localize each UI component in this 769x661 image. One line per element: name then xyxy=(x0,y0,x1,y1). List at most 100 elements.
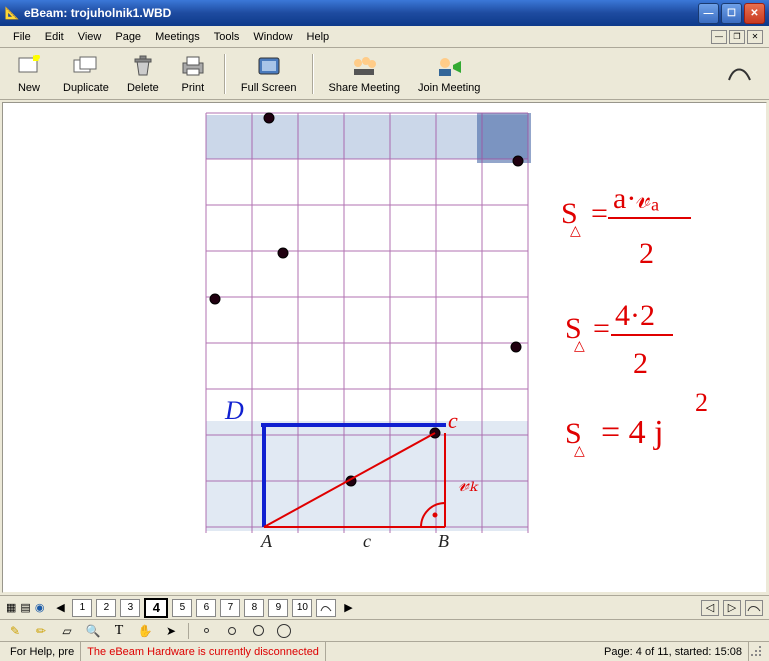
menu-window[interactable]: Window xyxy=(246,29,299,45)
page-7[interactable]: 7 xyxy=(220,599,240,617)
stroke-tool[interactable] xyxy=(717,57,763,91)
statusbar: For Help, pre The eBeam Hardware is curr… xyxy=(0,641,769,661)
page-8[interactable]: 8 xyxy=(244,599,264,617)
new-button[interactable]: New xyxy=(6,50,52,97)
magnify-tool[interactable]: 🔍 xyxy=(84,622,102,640)
page-1[interactable]: 1 xyxy=(72,599,92,617)
maximize-button[interactable]: ☐ xyxy=(721,3,742,24)
eraser-tool[interactable]: ▱ xyxy=(58,622,76,640)
join-label: Join Meeting xyxy=(418,82,480,94)
nav-last[interactable]: ▷ xyxy=(723,600,741,616)
duplicate-label: Duplicate xyxy=(63,82,109,94)
pen-tool[interactable]: ✏ xyxy=(32,622,50,640)
nav-stroke[interactable] xyxy=(745,600,763,616)
fullscreen-button[interactable]: Full Screen xyxy=(234,50,304,97)
fullscreen-icon xyxy=(253,53,285,81)
globe-icon[interactable]: ◉ xyxy=(35,601,45,614)
share-label: Share Meeting xyxy=(329,82,401,94)
new-icon xyxy=(13,53,45,81)
toolbar: New Duplicate Delete Print Full Screen S… xyxy=(0,48,769,100)
resize-grip[interactable] xyxy=(749,644,765,660)
page-10[interactable]: 10 xyxy=(292,599,312,617)
menu-tools[interactable]: Tools xyxy=(207,29,247,45)
menu-edit[interactable]: Edit xyxy=(38,29,71,45)
share-icon xyxy=(348,53,380,81)
mdi-close-button[interactable]: ✕ xyxy=(747,30,763,44)
svg-text:=: = xyxy=(593,312,610,345)
tool-row: ✎ ✏ ▱ 🔍 T ✋ ➤ xyxy=(0,619,769,641)
close-button[interactable]: ✕ xyxy=(744,3,765,24)
pen-yellow[interactable]: ✎ xyxy=(6,622,24,640)
page-9[interactable]: 9 xyxy=(268,599,288,617)
svg-text:D: D xyxy=(224,396,244,425)
svg-text:=: = xyxy=(591,197,608,230)
titlebar: 📐 eBeam: trojuholnik1.WBD — ☐ ✕ xyxy=(0,0,769,26)
page-3[interactable]: 3 xyxy=(120,599,140,617)
status-page: Page: 4 of 11, started: 15:08 xyxy=(598,642,749,661)
join-icon xyxy=(433,53,465,81)
svg-text:△: △ xyxy=(574,444,585,459)
delete-button[interactable]: Delete xyxy=(120,50,166,97)
nav-next[interactable]: ▶ xyxy=(340,600,356,616)
join-button[interactable]: Join Meeting xyxy=(411,50,487,97)
size-med[interactable] xyxy=(223,622,241,640)
pointer-tool[interactable]: ➤ xyxy=(162,622,180,640)
page-6[interactable]: 6 xyxy=(196,599,216,617)
mdi-restore-button[interactable]: ❐ xyxy=(729,30,745,44)
mdi-minimize-button[interactable]: — xyxy=(711,30,727,44)
toolbar-sep xyxy=(224,54,226,94)
status-help: For Help, pre xyxy=(4,642,81,661)
svg-text:2: 2 xyxy=(695,388,708,417)
canvas[interactable]: D c 𝓋ₖ A B c S△ = a·𝓋ₐ 2 S△ = 4·2 2 S△ =… xyxy=(2,102,767,593)
duplicate-button[interactable]: Duplicate xyxy=(56,50,116,97)
delete-icon xyxy=(127,53,159,81)
menu-view[interactable]: View xyxy=(71,29,109,45)
svg-text:A: A xyxy=(260,531,273,551)
svg-text:B: B xyxy=(438,531,449,551)
window-title: eBeam: trojuholnik1.WBD xyxy=(24,6,696,20)
size-large[interactable] xyxy=(249,622,267,640)
svg-text:2: 2 xyxy=(639,237,654,270)
nav-prev[interactable]: ◀ xyxy=(52,600,68,616)
nav-first[interactable]: ◁ xyxy=(701,600,719,616)
svg-text:c: c xyxy=(363,531,371,551)
svg-text:△: △ xyxy=(570,224,581,239)
hand-tool[interactable]: ✋ xyxy=(136,622,154,640)
print-label: Print xyxy=(182,82,205,94)
svg-text:△: △ xyxy=(574,339,585,354)
page-2[interactable]: 2 xyxy=(96,599,116,617)
print-button[interactable]: Print xyxy=(170,50,216,97)
stroke-icon xyxy=(724,60,756,88)
svg-text:c: c xyxy=(448,408,458,433)
new-label: New xyxy=(18,82,40,94)
share-button[interactable]: Share Meeting xyxy=(322,50,408,97)
menu-help[interactable]: Help xyxy=(300,29,337,45)
menubar: File Edit View Page Meetings Tools Windo… xyxy=(0,26,769,48)
svg-text:= 4 j: = 4 j xyxy=(601,414,664,451)
grid-view-icon[interactable]: ▤ xyxy=(20,601,30,614)
page-5[interactable]: 5 xyxy=(172,599,192,617)
print-icon xyxy=(177,53,209,81)
status-warning: The eBeam Hardware is currently disconne… xyxy=(81,642,326,661)
menu-page[interactable]: Page xyxy=(108,29,148,45)
svg-text:2: 2 xyxy=(633,347,648,380)
mdi-controls: — ❐ ✕ xyxy=(711,30,763,44)
toolbar-sep xyxy=(312,54,314,94)
duplicate-icon xyxy=(70,53,102,81)
svg-text:𝓋ₖ: 𝓋ₖ xyxy=(458,471,479,496)
delete-label: Delete xyxy=(127,82,159,94)
fullscreen-label: Full Screen xyxy=(241,82,297,94)
size-small[interactable] xyxy=(197,622,215,640)
minimize-button[interactable]: — xyxy=(698,3,719,24)
app-icon: 📐 xyxy=(4,5,20,21)
svg-text:a·𝓋ₐ: a·𝓋ₐ xyxy=(613,182,659,215)
thumb-view-icon[interactable]: ▦ xyxy=(6,601,16,614)
menu-file[interactable]: File xyxy=(6,29,38,45)
whiteboard-content: D c 𝓋ₖ A B c S△ = a·𝓋ₐ 2 S△ = 4·2 2 S△ =… xyxy=(3,103,766,593)
page-4[interactable]: 4 xyxy=(144,598,168,618)
menu-meetings[interactable]: Meetings xyxy=(148,29,207,45)
size-xl[interactable] xyxy=(275,622,293,640)
text-tool[interactable]: T xyxy=(110,622,128,640)
page-blank[interactable] xyxy=(316,599,336,617)
svg-text:4·2: 4·2 xyxy=(615,299,655,332)
